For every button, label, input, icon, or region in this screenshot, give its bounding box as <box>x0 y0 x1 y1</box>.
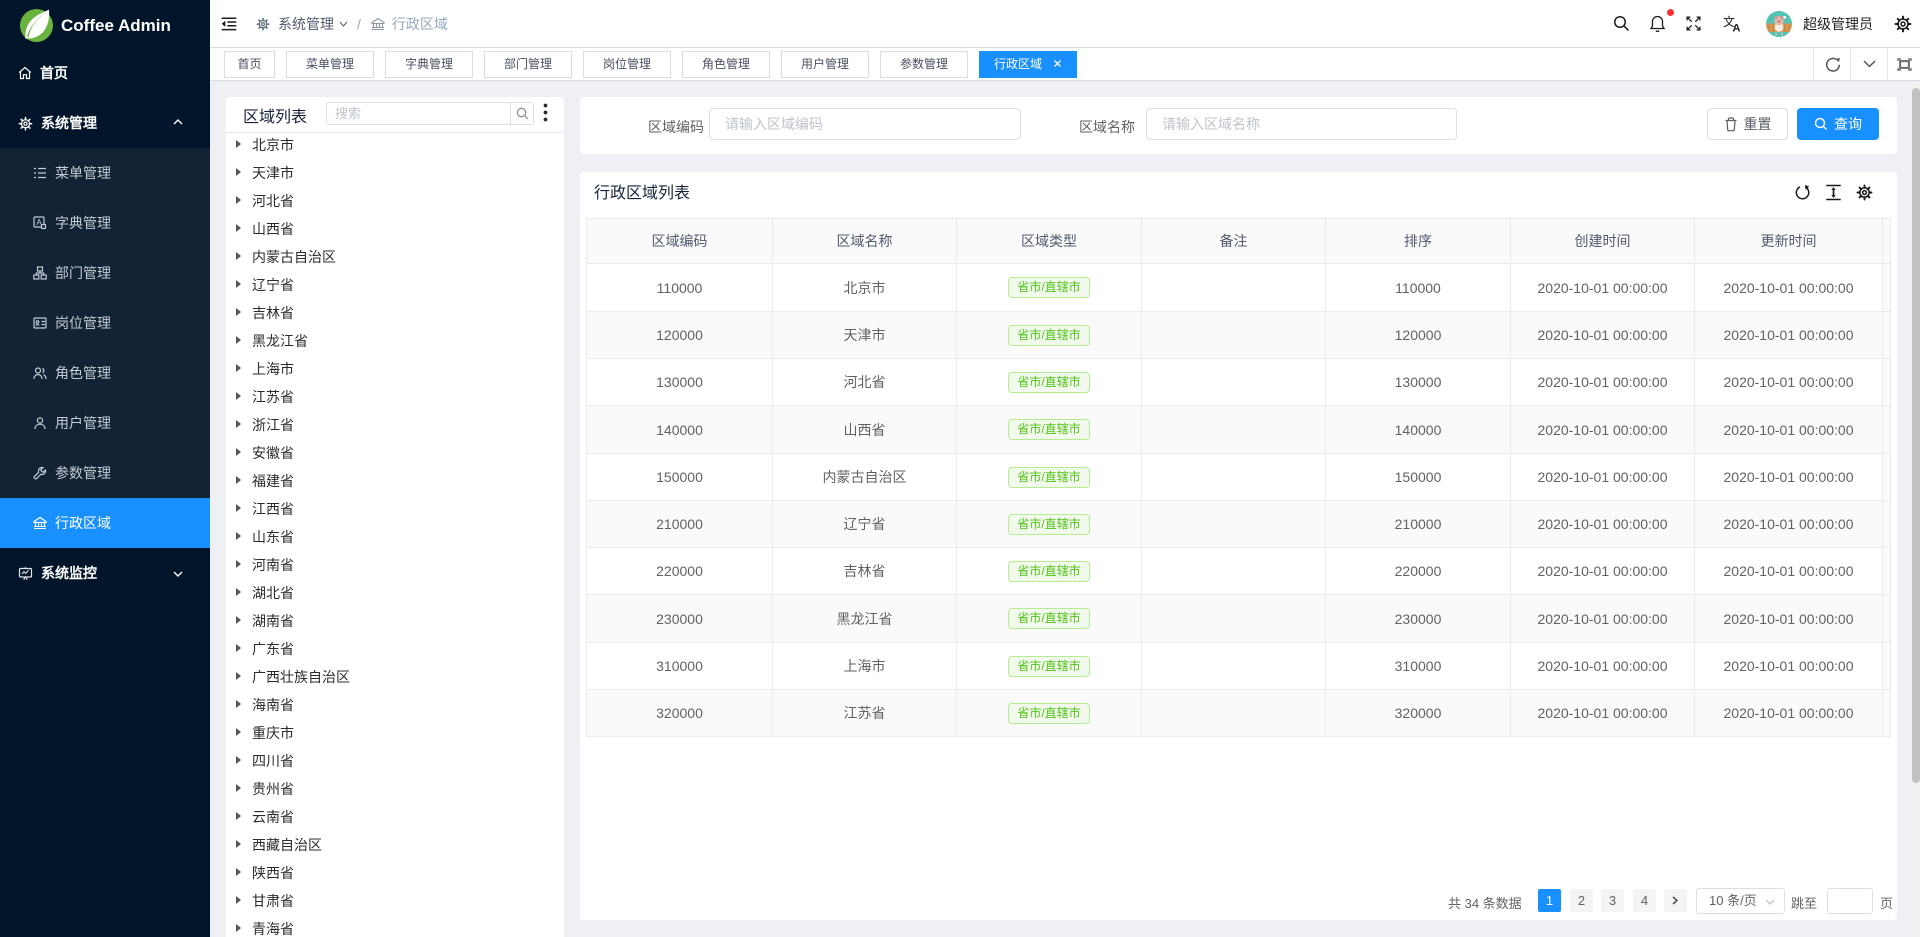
svg-text:A: A <box>1733 23 1741 33</box>
